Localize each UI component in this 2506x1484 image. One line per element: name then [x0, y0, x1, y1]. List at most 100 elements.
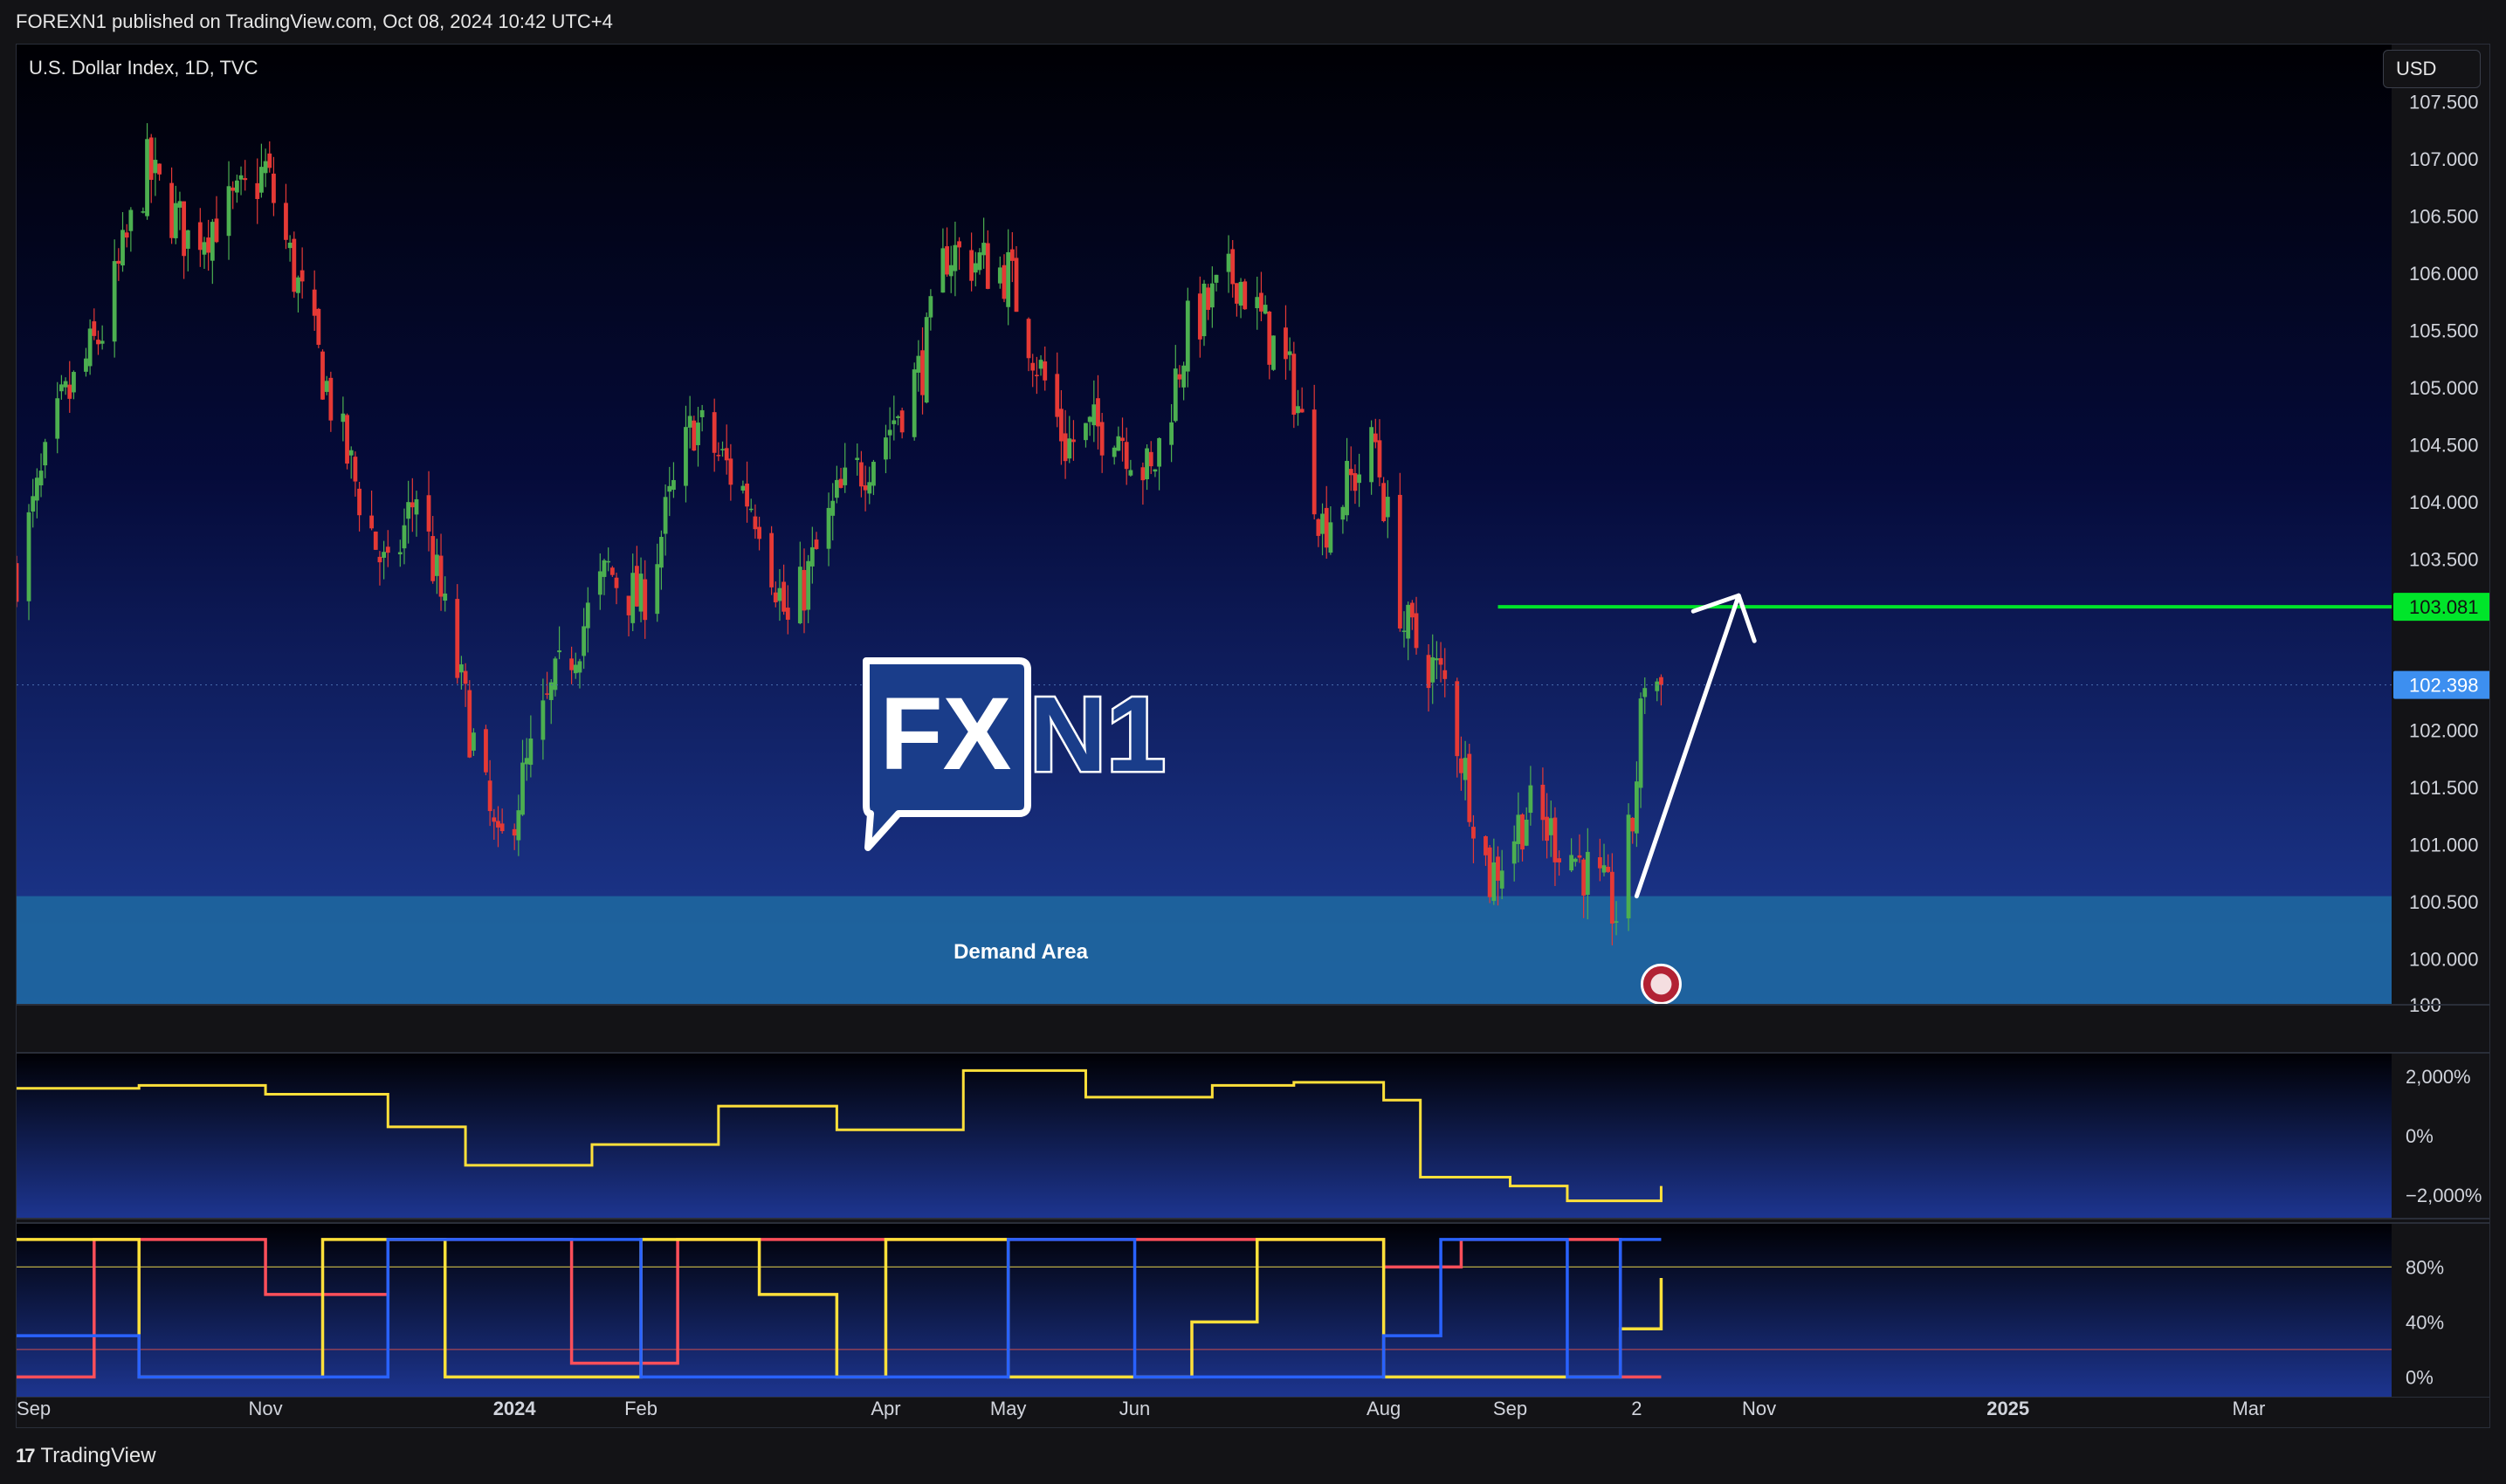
candle-body[interactable]: [38, 471, 44, 485]
candle-body[interactable]: [1467, 753, 1472, 822]
candle-body[interactable]: [834, 479, 839, 498]
candle-body[interactable]: [684, 427, 688, 486]
candle-body[interactable]: [597, 571, 602, 595]
candle-body[interactable]: [182, 201, 187, 257]
candle-body[interactable]: [17, 563, 19, 602]
candle-body[interactable]: [426, 495, 431, 532]
candle-body[interactable]: [667, 485, 672, 492]
candle-body[interactable]: [357, 488, 361, 516]
candle-body[interactable]: [1548, 818, 1553, 835]
candle-body[interactable]: [602, 560, 607, 577]
candle-body[interactable]: [59, 384, 64, 392]
candle-body[interactable]: [1511, 841, 1517, 864]
candle-body[interactable]: [957, 241, 961, 248]
candle-body[interactable]: [1614, 921, 1619, 924]
candle-body[interactable]: [712, 412, 717, 453]
candle-body[interactable]: [455, 599, 460, 678]
candle-body[interactable]: [573, 664, 578, 674]
candle-body[interactable]: [1002, 265, 1007, 299]
candle-body[interactable]: [626, 595, 631, 615]
candle-body[interactable]: [1038, 360, 1043, 369]
candle-body[interactable]: [1120, 437, 1125, 442]
candle-body[interactable]: [67, 384, 72, 399]
candle-body[interactable]: [112, 261, 117, 342]
candle-body[interactable]: [1197, 293, 1202, 340]
candle-body[interactable]: [1206, 287, 1211, 310]
candle-body[interactable]: [1145, 448, 1149, 479]
candle-body[interactable]: [1581, 859, 1587, 896]
candle-body[interactable]: [884, 437, 888, 460]
candle-body[interactable]: [806, 560, 811, 610]
candle-body[interactable]: [1128, 470, 1133, 476]
candle-body[interactable]: [814, 539, 819, 549]
candle-body[interactable]: [614, 577, 619, 588]
candle-body[interactable]: [1585, 851, 1590, 896]
candle-body[interactable]: [1063, 433, 1068, 462]
candle-body[interactable]: [84, 358, 88, 372]
candle-body[interactable]: [1271, 335, 1276, 370]
currency-button[interactable]: USD: [2383, 50, 2481, 88]
candle-body[interactable]: [284, 203, 288, 240]
candle-body[interactable]: [1516, 814, 1521, 844]
candle-body[interactable]: [1609, 871, 1614, 924]
candle-body[interactable]: [1353, 473, 1358, 491]
candle-body[interactable]: [1169, 422, 1174, 445]
candle-body[interactable]: [948, 265, 954, 277]
candle-body[interactable]: [1430, 657, 1435, 683]
candle-body[interactable]: [1287, 351, 1292, 355]
candle-body[interactable]: [1459, 758, 1463, 773]
candle-body[interactable]: [406, 502, 411, 519]
candle-body[interactable]: [272, 173, 276, 203]
candle-body[interactable]: [748, 508, 754, 511]
candle-body[interactable]: [1296, 406, 1300, 414]
candle-body[interactable]: [1463, 758, 1468, 780]
candle-body[interactable]: [953, 244, 958, 271]
candle-body[interactable]: [434, 554, 439, 576]
symbol-legend[interactable]: U.S. Dollar Index, 1D, TVC: [29, 57, 258, 79]
candle-body[interactable]: [402, 525, 407, 549]
candle-body[interactable]: [1316, 519, 1321, 536]
candle-body[interactable]: [124, 232, 129, 238]
candle-body[interactable]: [585, 602, 590, 629]
candle-body[interactable]: [802, 569, 807, 611]
candle-body[interactable]: [1499, 870, 1504, 889]
candle-body[interactable]: [920, 350, 925, 395]
candle-body[interactable]: [512, 828, 517, 836]
candle-body[interactable]: [577, 661, 582, 673]
candle-body[interactable]: [1034, 374, 1039, 376]
candle-body[interactable]: [499, 823, 505, 832]
candle-body[interactable]: [524, 758, 529, 765]
candle-body[interactable]: [1528, 785, 1533, 814]
candle-body[interactable]: [1312, 409, 1317, 515]
candle-body[interactable]: [382, 552, 387, 558]
candle-body[interactable]: [1573, 858, 1578, 862]
candle-body[interactable]: [1520, 814, 1525, 850]
candle-body[interactable]: [1471, 827, 1476, 839]
candle-body[interactable]: [745, 483, 749, 507]
candle-body[interactable]: [185, 230, 190, 249]
candle-body[interactable]: [720, 449, 725, 450]
candle-body[interactable]: [410, 502, 415, 508]
candle-body[interactable]: [1230, 249, 1236, 285]
candle-body[interactable]: [1084, 423, 1088, 441]
candle-body[interactable]: [1299, 409, 1305, 413]
candle-body[interactable]: [1357, 474, 1361, 484]
candle-body[interactable]: [1320, 513, 1325, 534]
candle-body[interactable]: [316, 308, 321, 345]
candle-body[interactable]: [1059, 409, 1064, 442]
candle-body[interactable]: [369, 515, 374, 529]
candle-body[interactable]: [843, 467, 848, 485]
candle-body[interactable]: [148, 137, 154, 180]
candle-body[interactable]: [1630, 817, 1635, 832]
candle-body[interactable]: [1291, 354, 1297, 416]
candle-body[interactable]: [197, 222, 203, 251]
candle-body[interactable]: [871, 462, 876, 486]
candle-body[interactable]: [206, 237, 211, 253]
candle-body[interactable]: [863, 484, 868, 491]
candle-body[interactable]: [492, 817, 497, 822]
candle-body[interactable]: [1524, 819, 1529, 846]
candle-body[interactable]: [634, 566, 639, 607]
candle-body[interactable]: [472, 732, 476, 751]
candle-body[interactable]: [896, 416, 900, 418]
candle-body[interactable]: [1267, 311, 1272, 365]
